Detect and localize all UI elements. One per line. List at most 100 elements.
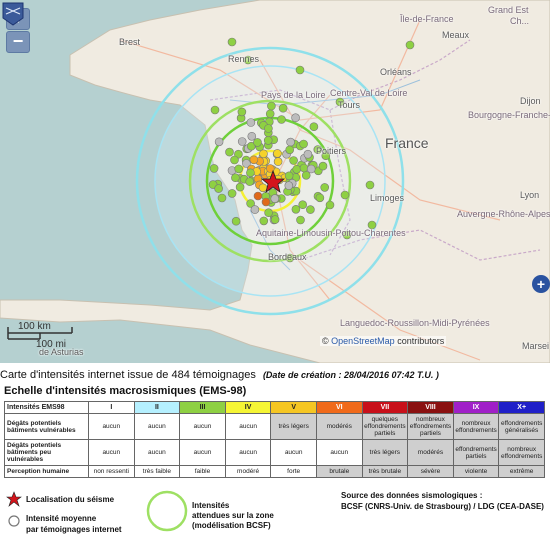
intensity-header-cell: X+ [498,401,545,414]
testimony-point[interactable] [259,216,269,226]
testimony-point[interactable] [285,145,295,155]
testimony-point[interactable] [265,109,275,119]
place-lyon: Lyon [520,190,540,200]
testimony-point[interactable] [258,183,268,193]
testimony-point[interactable] [270,194,280,203]
testimony-point[interactable] [261,197,271,207]
testimony-point[interactable] [245,177,254,186]
table-row: Dégâts potentiels bâtiments vulnérables … [4,413,545,440]
row-label: Dégâts potentiels bâtiments vulnérables [4,413,89,440]
testimony-point[interactable] [273,149,282,158]
testimony-point[interactable] [249,155,259,165]
testimony-point[interactable] [315,193,325,203]
zoom-out-button[interactable]: − [6,31,30,53]
table-cell: aucun [224,439,272,466]
testimony-point[interactable] [405,40,415,50]
testimony-point[interactable] [299,139,308,149]
map-title-date: (Date de création : 28/04/2016 07:42 T.U… [262,370,439,380]
testimony-point[interactable] [298,200,308,209]
testimony-point[interactable] [292,165,302,174]
testimony-point[interactable] [259,149,268,159]
intensity-header-cell: VI [315,401,363,414]
testimony-point[interactable] [250,205,260,214]
scale-subtitle: Echelle d'intensités macrosismiques (EMS… [4,385,247,397]
testimony-point[interactable] [365,180,375,190]
testimony-point[interactable] [235,182,245,192]
testimony-point[interactable] [340,190,350,200]
table-cell: aucun [133,413,181,440]
testimony-point[interactable] [325,200,335,210]
attribution-prefix: © [322,336,329,346]
place-pays-loire: Pays de la Loire [261,90,326,100]
testimony-point[interactable] [237,107,247,117]
row-label: Perception humaine [4,465,89,478]
testimony-point[interactable] [231,216,241,226]
table-cell: modérés [315,413,363,440]
intensity-header-cell: I [88,401,135,414]
testimony-point[interactable] [286,137,295,147]
testimony-point[interactable] [237,137,247,146]
testimony-point[interactable] [289,156,298,165]
testimony-point[interactable] [299,163,309,173]
testimony-point[interactable] [230,155,239,165]
bcsf-logo [2,2,24,26]
testimony-point[interactable] [306,164,316,174]
expand-map-button[interactable]: + [532,275,550,293]
testimony-point[interactable] [303,149,313,159]
testimony-point[interactable] [210,105,220,115]
place-meaux: Meaux [442,30,470,40]
testimony-point[interactable] [217,193,227,203]
testimony-point[interactable] [253,138,262,147]
testimony-point[interactable] [234,164,243,174]
testimony-point[interactable] [291,205,301,214]
intensity-header-cell: IX [452,401,500,414]
testimony-point[interactable] [253,191,263,201]
testimony-point[interactable] [267,101,276,111]
testimony-point[interactable] [246,118,256,127]
place-aquitaine: Aquitaine-Limousin-Poitou-Charentes [256,228,406,238]
testimony-point[interactable] [309,122,319,131]
testimony-point[interactable] [264,208,273,217]
testimony-point[interactable] [318,161,328,171]
testimony-point[interactable] [270,215,280,224]
table-cell: très légers [270,413,317,440]
testimony-point[interactable] [225,147,234,157]
intensity-header-cell: II [133,401,181,414]
table-cell: aucun [88,413,135,440]
testimony-point[interactable] [284,181,294,190]
table-cell: nombreux effondrements [498,439,545,466]
source-line1: Source des données sismologiques : [341,491,483,500]
place-brest: Brest [119,37,141,47]
testimony-point[interactable] [284,171,294,181]
testimony-point[interactable] [306,205,315,214]
testimony-point[interactable] [320,183,330,192]
testimony-point[interactable] [209,164,219,173]
testimony-point[interactable] [295,65,305,75]
legend-zone-line1: Intensités [192,501,230,510]
testimony-point[interactable] [273,157,283,166]
testimony-point[interactable] [277,115,286,124]
table-cell: aucun [88,439,135,466]
testimony-point[interactable] [263,136,273,145]
table-cell: très légers [361,439,409,466]
row-label: Dégâts potentiels bâtiments peu vulnérab… [4,439,89,466]
testimony-point[interactable] [246,168,255,178]
testimony-point[interactable] [296,215,305,225]
table-cell: violente [452,465,500,478]
testimony-point[interactable] [214,184,223,193]
place-bourgogne: Bourgogne-Franche-Co... [468,110,550,120]
testimony-point[interactable] [231,173,240,182]
testimony-point[interactable] [227,37,237,47]
testimony-point[interactable] [278,103,288,113]
testimony-point[interactable] [227,189,237,198]
map-canvas [0,0,550,363]
place-bordeaux: Bordeaux [268,252,307,262]
table-row: Intensités EMS98 I II III IV V VI VII VI… [4,401,545,414]
testimony-point[interactable] [264,124,273,133]
testimony-point[interactable] [291,113,300,122]
osm-link[interactable]: OpenStreetMap [331,336,395,346]
intensity-map[interactable]: + − Brest Rennes Île-de-France Grand Est… [0,0,550,363]
legend-zone-line2: attendues sur la zone [192,511,274,520]
testimony-point[interactable] [214,137,224,147]
testimony-point[interactable] [247,132,257,141]
